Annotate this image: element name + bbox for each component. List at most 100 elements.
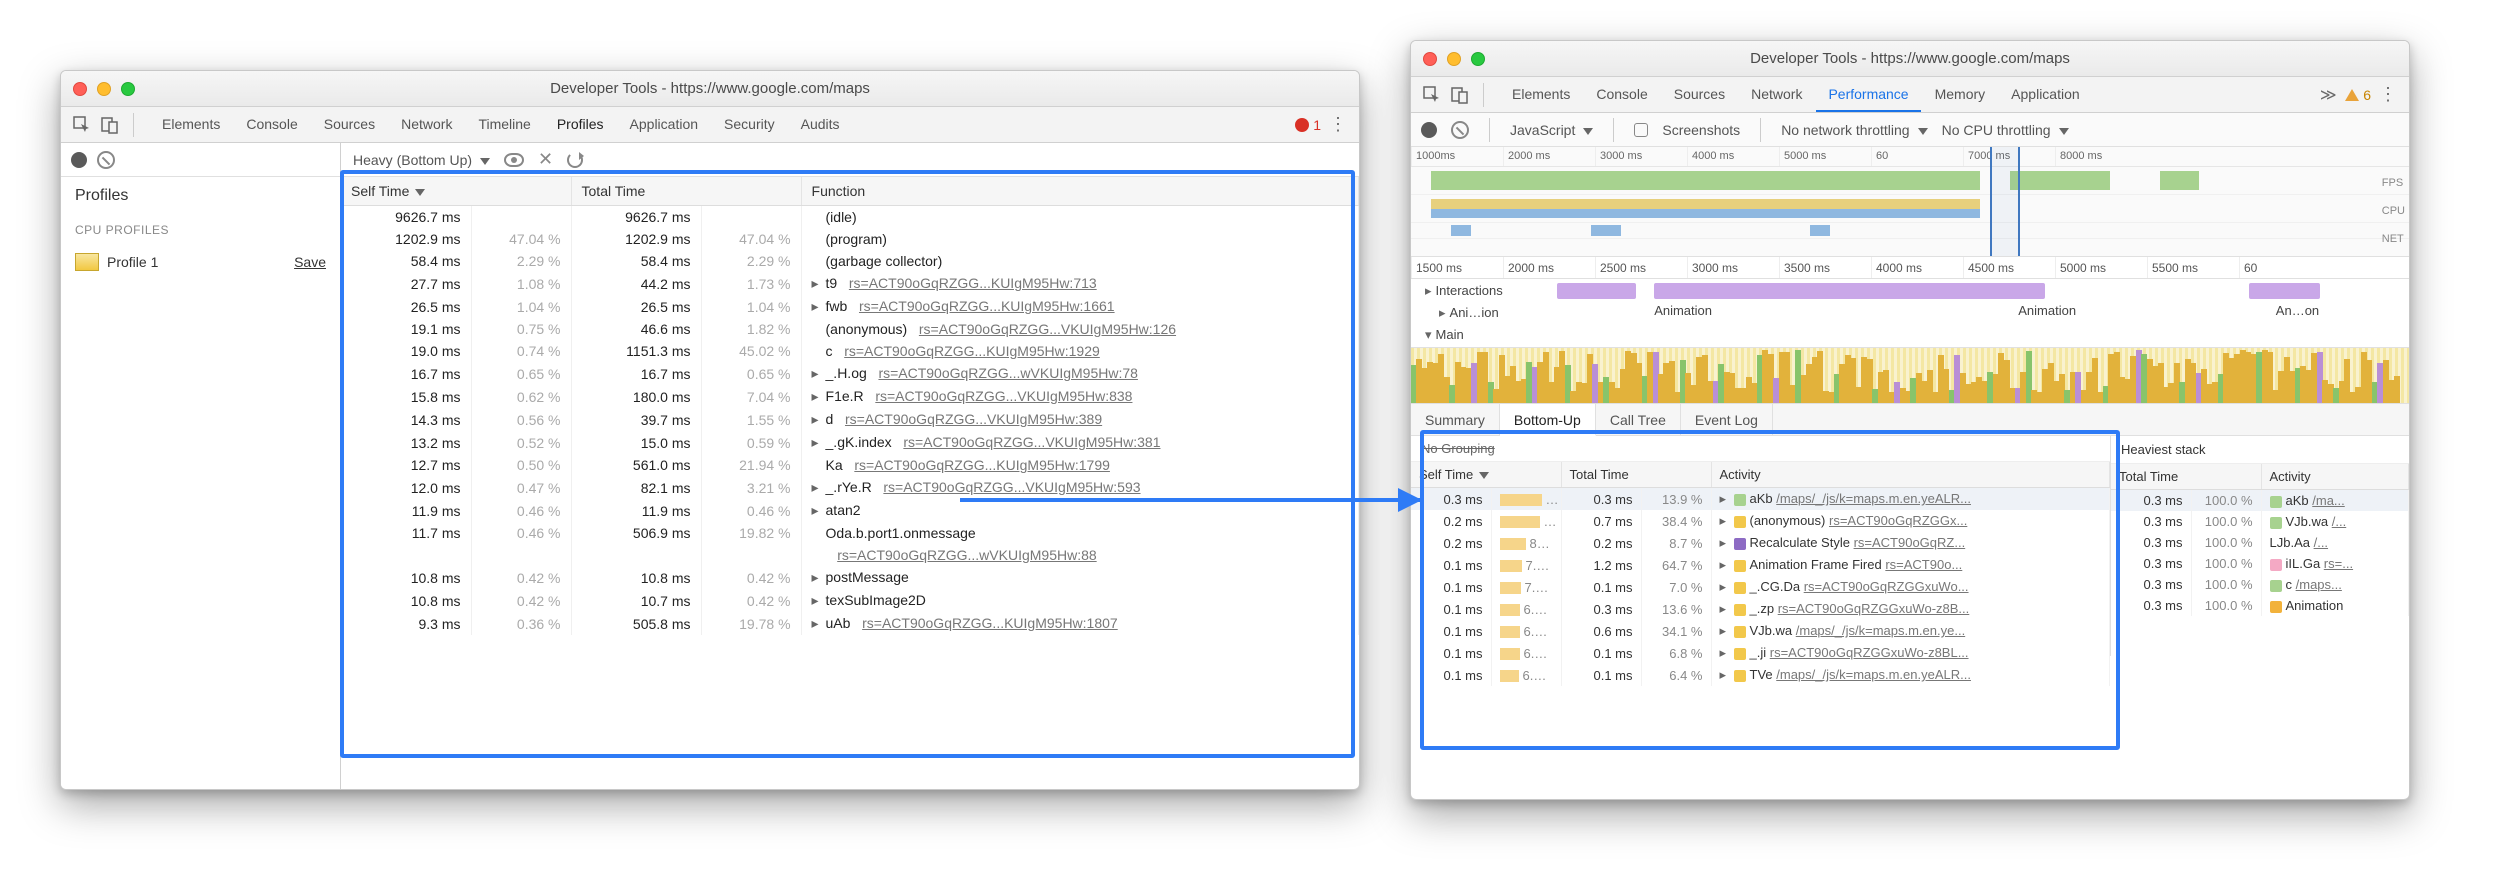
bottomup-row[interactable]: 0.2 ms13.2 %0.7 ms38.4 %▸(anonymous) rs=…: [1411, 510, 2110, 532]
bottomup-row[interactable]: 0.1 ms6.8 %0.3 ms13.6 %▸_.zp rs=ACT90oGq…: [1411, 598, 2110, 620]
tab-elements[interactable]: Elements: [1500, 78, 1582, 112]
source-link[interactable]: rs=ACT90oGqRZ...: [1854, 535, 1966, 550]
profile-row[interactable]: 11.9 ms0.46 %11.9 ms0.46 %▸atan2: [341, 499, 1359, 522]
tab-timeline[interactable]: Timeline: [466, 108, 542, 142]
overview-selection[interactable]: [1990, 147, 2020, 256]
heaviest-row[interactable]: 0.3 ms100.0 %iIL.Ga rs=...: [2111, 553, 2409, 574]
bottomup-row[interactable]: 0.1 ms6.4 %0.1 ms6.4 %▸TVe /maps/_/js/k=…: [1411, 664, 2110, 686]
source-link[interactable]: rs=ACT90oGqRZGG...VKUIgM95Hw:126: [919, 321, 1176, 337]
source-link[interactable]: /maps...: [2296, 577, 2342, 592]
source-link[interactable]: rs=ACT90oGqRZGGx...: [1829, 513, 1967, 528]
profile-row[interactable]: 27.7 ms1.08 %44.2 ms1.73 %▸t9 rs=ACT90oG…: [341, 272, 1359, 295]
bottomup-row[interactable]: 0.1 ms7.3 %1.2 ms64.7 %▸Animation Frame …: [1411, 554, 2110, 576]
record-icon[interactable]: [71, 152, 87, 168]
profile-row[interactable]: rs=ACT90oGqRZGG...wVKUIgM95Hw:88: [341, 544, 1359, 566]
profile-row[interactable]: 58.4 ms2.29 %58.4 ms2.29 %(garbage colle…: [341, 250, 1359, 272]
tab-sources[interactable]: Sources: [312, 108, 387, 142]
source-link[interactable]: rs=ACT90o...: [1885, 557, 1962, 572]
col-total-time[interactable]: Total Time: [1561, 462, 1711, 488]
source-link[interactable]: rs=ACT90oGqRZGG...KUIgM95Hw:713: [849, 275, 1097, 291]
tab-memory[interactable]: Memory: [1923, 78, 1998, 112]
profile-row[interactable]: 16.7 ms0.65 %16.7 ms0.65 %▸_.H.og rs=ACT…: [341, 362, 1359, 385]
profile-row[interactable]: 26.5 ms1.04 %26.5 ms1.04 %▸fwb rs=ACT90o…: [341, 295, 1359, 318]
source-link[interactable]: rs=ACT90oGqRZGG...KUIgM95Hw:1807: [862, 615, 1118, 631]
zoom-window-button[interactable]: [1471, 52, 1485, 66]
source-link[interactable]: rs=ACT90oGqRZGG...VKUIgM95Hw:389: [845, 411, 1102, 427]
source-link[interactable]: /ma...: [2312, 493, 2345, 508]
flame-chart[interactable]: [1411, 348, 2409, 404]
heaviest-row[interactable]: 0.3 ms100.0 %VJb.wa /...: [2111, 511, 2409, 532]
profile-row[interactable]: 10.8 ms0.42 %10.7 ms0.42 %▸texSubImage2D: [341, 589, 1359, 612]
record-icon[interactable]: [1421, 122, 1437, 138]
source-link[interactable]: /...: [2332, 514, 2346, 529]
tab-audits[interactable]: Audits: [789, 108, 852, 142]
clear-icon[interactable]: [1451, 121, 1469, 139]
source-link[interactable]: rs=ACT90oGqRZGG...VKUIgM95Hw:838: [875, 388, 1132, 404]
profile-row[interactable]: 13.2 ms0.52 %15.0 ms0.59 %▸_.gK.index rs…: [341, 431, 1359, 454]
kebab-menu-icon[interactable]: ⋮: [1327, 114, 1349, 136]
profile-row[interactable]: 9626.7 ms9626.7 ms(idle): [341, 206, 1359, 229]
tab-sources[interactable]: Sources: [1662, 78, 1737, 112]
source-link[interactable]: rs=ACT90oGqRZGG...wVKUIgM95Hw:88: [837, 547, 1096, 563]
profile-row[interactable]: 15.8 ms0.62 %180.0 ms7.04 %▸F1e.R rs=ACT…: [341, 385, 1359, 408]
tab-profiles[interactable]: Profiles: [545, 108, 616, 142]
tab-elements[interactable]: Elements: [150, 108, 232, 142]
heaviest-row[interactable]: 0.3 ms100.0 %LJb.Aa /...: [2111, 532, 2409, 553]
profile-row[interactable]: 19.0 ms0.74 %1151.3 ms45.02 %c rs=ACT90o…: [341, 340, 1359, 362]
tab-security[interactable]: Security: [712, 108, 787, 142]
source-link[interactable]: /maps/_/js/k=maps.m.en.ye...: [1796, 623, 1965, 638]
close-window-button[interactable]: [73, 82, 87, 96]
heaviest-row[interactable]: 0.3 ms100.0 %Animation: [2111, 595, 2409, 616]
bottomup-row[interactable]: 0.1 ms6.8 %0.1 ms6.8 %▸_.ji rs=ACT90oGqR…: [1411, 642, 2110, 664]
source-link[interactable]: rs=ACT90oGqRZGG...KUIgM95Hw:1661: [859, 298, 1115, 314]
profile-row[interactable]: 14.3 ms0.56 %39.7 ms1.55 %▸d rs=ACT90oGq…: [341, 408, 1359, 431]
view-select[interactable]: Heavy (Bottom Up): [353, 152, 490, 168]
source-link[interactable]: rs=ACT90oGqRZGG...VKUIgM95Hw:593: [883, 479, 1140, 495]
col-function[interactable]: Function: [801, 177, 1358, 206]
bottom-tab-bottom-up[interactable]: Bottom-Up: [1500, 404, 1596, 436]
more-tabs-icon[interactable]: ≫: [2317, 84, 2339, 106]
source-link[interactable]: rs=ACT90oGqRZGGxuWo...: [1804, 579, 1969, 594]
source-link[interactable]: /maps/_/js/k=maps.m.en.yeALR...: [1776, 667, 1971, 682]
network-throttle-select[interactable]: No network throttling: [1781, 122, 1927, 138]
bottom-tab-summary[interactable]: Summary: [1411, 404, 1500, 435]
bottomup-row[interactable]: 0.1 ms6.8 %0.6 ms34.1 %▸VJb.wa /maps/_/j…: [1411, 620, 2110, 642]
bottom-tab-event-log[interactable]: Event Log: [1681, 404, 1773, 435]
minimize-window-button[interactable]: [1447, 52, 1461, 66]
profile-row[interactable]: 19.1 ms0.75 %46.6 ms1.82 %(anonymous) rs…: [341, 318, 1359, 340]
tab-performance[interactable]: Performance: [1816, 78, 1920, 112]
source-link[interactable]: rs=ACT90oGqRZGG...KUIgM95Hw:1799: [854, 457, 1110, 473]
col-self-time[interactable]: Self Time: [1411, 462, 1561, 488]
source-link[interactable]: /...: [2314, 535, 2328, 550]
source-link[interactable]: rs=ACT90oGqRZGGxuWo-z8BL...: [1770, 645, 1969, 660]
cpu-throttle-select[interactable]: No CPU throttling: [1942, 122, 2069, 138]
tab-console[interactable]: Console: [234, 108, 309, 142]
animation-bar[interactable]: [1557, 283, 1637, 299]
profile-row[interactable]: 1202.9 ms47.04 %1202.9 ms47.04 %(program…: [341, 228, 1359, 250]
zoom-window-button[interactable]: [121, 82, 135, 96]
tab-application[interactable]: Application: [618, 108, 711, 142]
bottom-tab-call-tree[interactable]: Call Tree: [1596, 404, 1681, 435]
inspect-element-icon[interactable]: [71, 114, 93, 136]
heaviest-row[interactable]: 0.3 ms100.0 %c /maps...: [2111, 574, 2409, 595]
col-total-time[interactable]: Total Time: [2111, 464, 2261, 490]
timeline-overview[interactable]: 1000ms2000 ms3000 ms4000 ms5000 ms607000…: [1411, 147, 2409, 257]
tab-network[interactable]: Network: [1739, 78, 1814, 112]
no-grouping-label[interactable]: No Grouping: [1411, 436, 2110, 462]
source-link[interactable]: rs=ACT90oGqRZGGxuWo-z8B...: [1778, 601, 1970, 616]
source-link[interactable]: rs=ACT90oGqRZGG...wVKUIgM95Hw:78: [878, 365, 1137, 381]
interactions-track[interactable]: Interactions: [1411, 279, 2409, 303]
tab-application[interactable]: Application: [1999, 78, 2092, 112]
close-icon[interactable]: ✕: [538, 149, 553, 170]
col-self-time[interactable]: Self Time: [341, 177, 571, 206]
source-link[interactable]: rs=ACT90oGqRZGG...VKUIgM95Hw:381: [903, 434, 1160, 450]
clear-icon[interactable]: [97, 151, 115, 169]
close-window-button[interactable]: [1423, 52, 1437, 66]
main-track[interactable]: Main: [1411, 323, 2409, 347]
col-activity[interactable]: Activity: [1711, 462, 2110, 488]
heaviest-row[interactable]: 0.3 ms100.0 %aKb /ma...: [2111, 490, 2409, 512]
tab-console[interactable]: Console: [1584, 78, 1659, 112]
source-link[interactable]: /maps/_/js/k=maps.m.en.yeALR...: [1776, 491, 1971, 506]
warning-count-badge[interactable]: 6: [2345, 87, 2371, 103]
focus-icon[interactable]: [504, 153, 524, 167]
